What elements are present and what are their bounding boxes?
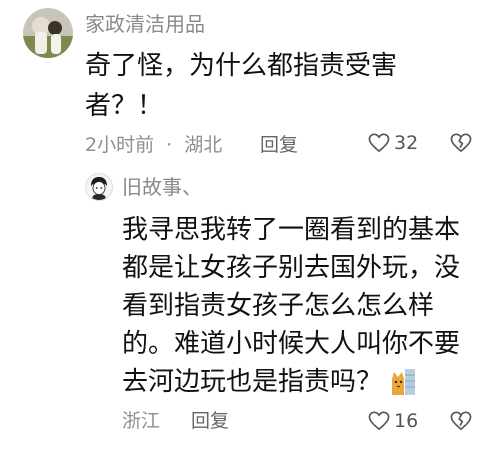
reply-reply-button[interactable]: 回复 [191,409,229,433]
reply-avatar-image [86,174,112,200]
avatar[interactable] [23,8,73,58]
reply-like-button[interactable]: 16 [368,409,418,433]
reply-button[interactable]: 回复 [260,133,298,157]
like-button[interactable]: 32 [368,131,418,155]
like-count: 32 [394,132,419,154]
comment-username[interactable]: 家政清洁用品 [85,12,205,36]
reply-text-tail: 去河边玩也是指责吗？ [122,367,383,397]
broken-heart-outline-icon [450,133,472,153]
comment-meta: 2小时前 · 湖北 [85,133,222,157]
comment-time: 2小时前 [85,134,155,156]
comment-text: 奇了怪，为什么都指责受害 者？！ [85,46,397,126]
broken-heart-outline-icon [450,411,472,431]
reply-location: 浙江 [122,410,161,432]
comment-text-line: 奇了怪，为什么都指责受害 [85,51,398,81]
reply-text-line: 的。难道小时候大人叫你不要 [122,329,461,359]
reply-dislike-button[interactable] [450,411,472,431]
reply-avatar[interactable] [85,173,113,201]
heart-outline-icon [368,133,390,153]
reply-text: 我寻思我转了一圈看到的基本 都是让女孩子别去国外玩，没 看到指责女孩子怎么怎么样… [122,211,460,401]
comment-location: 湖北 [184,134,223,156]
reply-text-line: 看到指责女孩子怎么怎么样 [122,291,435,321]
reply-text-line: 都是让女孩子别去国外玩，没 [122,253,461,283]
reply-text-line: 我寻思我转了一圈看到的基本 [122,215,461,245]
heart-outline-icon [368,411,390,431]
meta-separator: · [166,134,173,156]
cat-thinking-sticker [390,367,418,397]
comment-text-line: 者？！ [85,91,164,121]
avatar-image [23,8,73,58]
reply-username[interactable]: 旧故事、 [122,175,202,199]
reply-text-line: 去河边玩也是指责吗？ [122,363,460,401]
dislike-button[interactable] [450,133,472,153]
reply-like-count: 16 [394,410,419,432]
